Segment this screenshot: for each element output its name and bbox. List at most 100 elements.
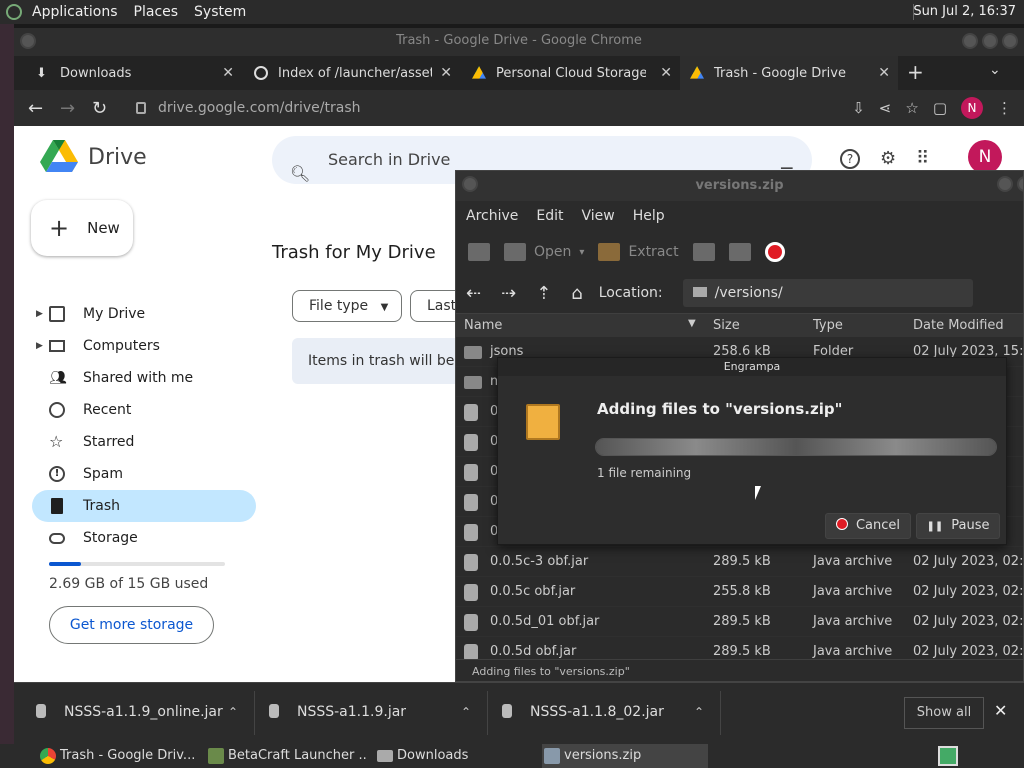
folder-icon bbox=[692, 287, 707, 297]
tab-search-icon[interactable]: ⌄ bbox=[989, 62, 1001, 78]
new-button[interactable]: + New bbox=[31, 200, 133, 256]
location-field[interactable]: /versions/ bbox=[682, 279, 973, 307]
tab-personal-cloud[interactable]: Personal Cloud Storage & F ✕ bbox=[462, 56, 680, 90]
taskbar-item-betacraft[interactable]: BetaCraft Launcher ... bbox=[206, 744, 366, 768]
nav-computers[interactable]: ▶ Computers bbox=[32, 330, 256, 362]
back-icon[interactable]: ⇠ bbox=[466, 283, 481, 304]
forward-icon[interactable]: ⇢ bbox=[501, 283, 516, 304]
column-date[interactable]: Date Modified bbox=[913, 318, 1004, 333]
nav-starred[interactable]: ☆ Starred bbox=[32, 426, 256, 458]
tab-downloads[interactable]: ⬇ Downloads ✕ bbox=[24, 56, 242, 90]
clock[interactable]: Sun Jul 2, 16:37 bbox=[913, 4, 1016, 19]
expand-caret-icon[interactable]: ▶ bbox=[36, 330, 43, 362]
search-icon[interactable]: 🔍︎ bbox=[290, 150, 310, 198]
new-archive-icon[interactable] bbox=[468, 243, 490, 261]
column-type[interactable]: Type bbox=[813, 318, 843, 333]
nav-shared[interactable]: 👥︎ Shared with me bbox=[32, 362, 256, 394]
taskbar-item-downloads[interactable]: Downloads bbox=[375, 744, 535, 768]
taskbar-item-versions-zip[interactable]: versions.zip bbox=[542, 744, 708, 768]
close-window-icon[interactable] bbox=[1002, 33, 1018, 49]
menu-help[interactable]: Help bbox=[633, 201, 665, 231]
close-tab-icon[interactable]: ✕ bbox=[660, 65, 672, 81]
nav-recent[interactable]: Recent bbox=[32, 394, 256, 426]
window-menu-icon[interactable] bbox=[462, 176, 478, 192]
close-tab-icon[interactable]: ✕ bbox=[440, 65, 452, 81]
column-name[interactable]: Name bbox=[464, 318, 502, 333]
download-item[interactable]: NSSS-a1.1.8_02.jar ⌃ bbox=[494, 697, 714, 727]
file-type-filter[interactable]: File type ▼ bbox=[292, 290, 402, 322]
maximize-icon[interactable] bbox=[982, 33, 998, 49]
tab-trash[interactable]: Trash - Google Drive ✕ bbox=[680, 56, 898, 90]
forward-icon[interactable]: → bbox=[60, 98, 75, 119]
menu-archive[interactable]: Archive bbox=[466, 201, 518, 231]
taskbar-label: Downloads bbox=[397, 748, 469, 763]
file-row[interactable]: 0.0.5c-3 obf.jar 289.5 kB Java archive 02 J… bbox=[456, 547, 1023, 577]
close-tab-icon[interactable]: ✕ bbox=[222, 65, 234, 81]
new-tab-icon[interactable]: + bbox=[907, 60, 924, 84]
share-icon[interactable]: ⋖ bbox=[879, 99, 892, 117]
extract-icon[interactable] bbox=[598, 243, 621, 261]
home-icon[interactable]: ⌂ bbox=[571, 283, 582, 304]
minimize-icon[interactable] bbox=[962, 33, 978, 49]
lock-icon[interactable] bbox=[136, 102, 146, 114]
nav-storage[interactable]: Storage bbox=[32, 522, 256, 554]
taskbar-item-chrome[interactable]: Trash - Google Driv... bbox=[38, 744, 200, 768]
system-logo-icon[interactable] bbox=[6, 4, 22, 20]
open-button[interactable]: Open bbox=[534, 244, 571, 260]
get-more-storage-button[interactable]: Get more storage bbox=[49, 606, 214, 644]
download-item[interactable]: NSSS-a1.1.9_online.jar ⌃ bbox=[28, 697, 248, 727]
file-row[interactable]: 0.0.5c obf.jar 255.8 kB Java archive 02 Jul… bbox=[456, 577, 1023, 607]
nav-trash[interactable]: Trash bbox=[32, 490, 256, 522]
apps-grid-icon[interactable]: ⠿ bbox=[916, 148, 929, 169]
add-folder-icon[interactable] bbox=[728, 243, 751, 261]
nav-my-drive[interactable]: ▶ My Drive bbox=[32, 298, 256, 330]
tray-app-icon[interactable] bbox=[938, 746, 958, 766]
dialog-title[interactable]: Engrampa bbox=[498, 358, 1006, 376]
minimize-icon[interactable] bbox=[997, 176, 1013, 192]
reload-icon[interactable]: ↻ bbox=[92, 98, 107, 119]
stop-icon[interactable] bbox=[764, 242, 785, 262]
add-files-icon[interactable] bbox=[692, 243, 715, 261]
close-tab-icon[interactable]: ✕ bbox=[878, 65, 890, 81]
drive-profile-avatar[interactable]: N bbox=[968, 140, 1002, 174]
back-icon[interactable]: ← bbox=[28, 98, 43, 119]
drive-logo[interactable]: Drive bbox=[40, 140, 147, 174]
open-archive-icon[interactable] bbox=[504, 243, 526, 261]
jar-file-icon bbox=[464, 404, 478, 421]
menu-edit[interactable]: Edit bbox=[536, 201, 563, 231]
bookmark-star-icon[interactable]: ☆ bbox=[905, 99, 918, 117]
url-field[interactable]: drive.google.com/drive/trash bbox=[128, 95, 828, 121]
menu-view[interactable]: View bbox=[582, 201, 615, 231]
column-size[interactable]: Size bbox=[713, 318, 740, 333]
engrampa-title-bar[interactable]: versions.zip bbox=[456, 171, 1023, 201]
extract-button[interactable]: Extract bbox=[628, 244, 678, 260]
chevron-up-icon[interactable]: ⌃ bbox=[461, 697, 471, 727]
system-menu[interactable]: System bbox=[194, 4, 246, 20]
show-all-button[interactable]: Show all bbox=[904, 697, 984, 729]
help-icon[interactable]: ? bbox=[840, 148, 860, 169]
file-name: 0.0.5c obf.jar bbox=[490, 584, 576, 599]
install-icon[interactable]: ⇩ bbox=[852, 99, 865, 117]
up-icon[interactable]: ⇡ bbox=[536, 283, 551, 304]
nav-spam[interactable]: ! Spam bbox=[32, 458, 256, 490]
chevron-up-icon[interactable]: ⌃ bbox=[228, 697, 238, 727]
maximize-icon[interactable] bbox=[1017, 176, 1023, 192]
tab-index[interactable]: Index of /launcher/assets/m ✕ bbox=[244, 56, 460, 90]
file-row[interactable]: 0.0.5d_01 obf.jar 289.5 kB Java archive 02 … bbox=[456, 607, 1023, 637]
side-panel-icon[interactable]: ▢ bbox=[933, 99, 947, 117]
download-item[interactable]: NSSS-a1.1.9.jar ⌃ bbox=[261, 697, 481, 727]
chrome-menu-icon[interactable]: ⋮ bbox=[997, 99, 1012, 117]
pause-button[interactable]: ❚❚ Pause bbox=[916, 513, 1000, 539]
places-menu[interactable]: Places bbox=[134, 4, 179, 20]
settings-gear-icon[interactable]: ⚙ bbox=[880, 148, 896, 169]
file-type: Java archive bbox=[813, 644, 893, 659]
chrome-profile-avatar[interactable]: N bbox=[961, 97, 983, 119]
close-shelf-icon[interactable]: ✕ bbox=[994, 701, 1007, 720]
chevron-up-icon[interactable]: ⌃ bbox=[694, 697, 704, 727]
applications-menu[interactable]: Applications bbox=[32, 4, 118, 20]
window-menu-icon[interactable] bbox=[20, 33, 36, 49]
expand-caret-icon[interactable]: ▶ bbox=[36, 298, 43, 330]
chrome-title-bar[interactable]: Trash - Google Drive - Google Chrome bbox=[14, 28, 1024, 56]
cancel-button[interactable]: Cancel bbox=[825, 513, 911, 539]
open-dropdown-icon[interactable]: ▾ bbox=[579, 247, 584, 258]
